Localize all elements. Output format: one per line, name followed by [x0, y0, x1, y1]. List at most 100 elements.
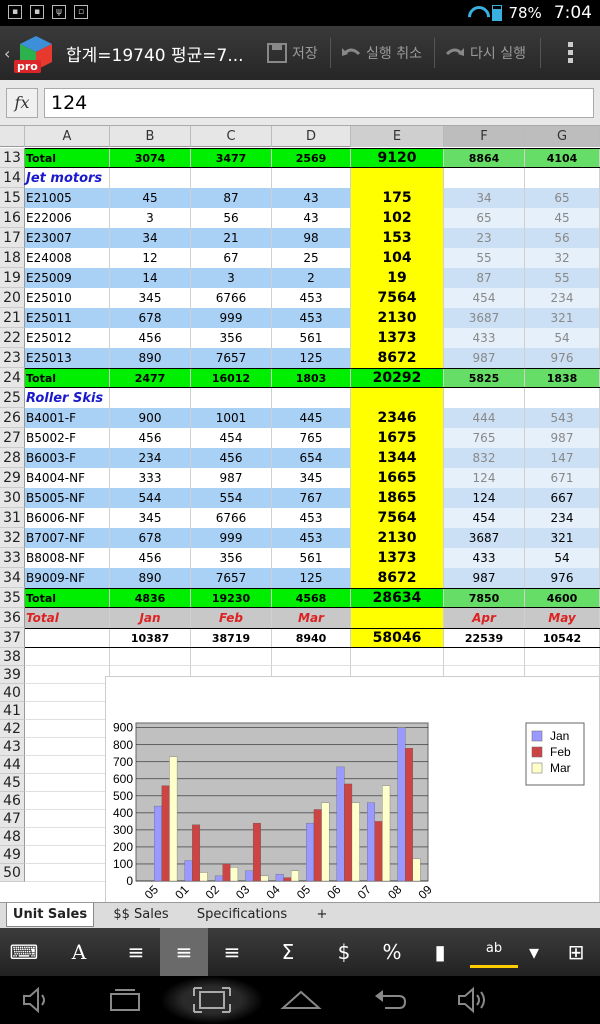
cell-f38[interactable] — [444, 648, 525, 666]
cell-a45[interactable] — [25, 774, 110, 792]
cell-b17[interactable]: 34 — [110, 228, 191, 248]
cell-f24[interactable]: 5825 — [444, 369, 525, 387]
screenshot-icon[interactable] — [160, 976, 264, 1024]
cell-g28[interactable]: 147 — [525, 448, 600, 468]
cell-b15[interactable]: 45 — [110, 188, 191, 208]
cell-a47[interactable] — [25, 810, 110, 828]
sum-icon[interactable]: Σ — [264, 928, 312, 976]
cell-g29[interactable]: 671 — [525, 468, 600, 488]
cell-a33[interactable]: B8008-NF — [25, 548, 110, 568]
cell-e35[interactable]: 28634 — [351, 589, 444, 607]
redo-button[interactable]: 다시 실행 — [444, 42, 526, 64]
align-right-icon[interactable]: ≡ — [208, 928, 256, 976]
cell-c30[interactable]: 554 — [191, 488, 272, 508]
sales-chart[interactable]: 900 800 700 600 500 400 300 200 100 0 05 01 02 03 04 05… — [105, 676, 600, 902]
chart-icon[interactable]: ▮ — [416, 928, 464, 976]
cell-g20[interactable]: 234 — [525, 288, 600, 308]
column-header-f[interactable]: F — [444, 126, 525, 147]
spreadsheet-grid[interactable]: ABCDEFG 13 Total 3074 3477 2569 9120 8864 4104 1… — [0, 126, 600, 902]
row-header-17[interactable]: 17 — [0, 228, 25, 248]
row-header-36[interactable]: 36 — [0, 608, 25, 628]
cell-c17[interactable]: 21 — [191, 228, 272, 248]
cell-a35[interactable]: Total — [25, 589, 110, 607]
cell-d37[interactable]: 8940 — [272, 629, 351, 647]
column-header-d[interactable]: D — [272, 126, 351, 147]
cell-g13[interactable]: 4104 — [525, 149, 600, 167]
cell-e28[interactable]: 1344 — [351, 448, 444, 468]
cell-d24[interactable]: 1803 — [272, 369, 351, 387]
row-header-35[interactable]: 35 — [0, 588, 25, 608]
cell-g18[interactable]: 32 — [525, 248, 600, 268]
cell-f31[interactable]: 454 — [444, 508, 525, 528]
volume-up-icon[interactable] — [450, 984, 500, 1016]
save-button[interactable]: 저장 — [266, 42, 318, 64]
recent-apps-icon[interactable] — [100, 984, 150, 1016]
align-left-icon[interactable]: ≡ — [112, 928, 160, 976]
cell-a28[interactable]: B6003-F — [25, 448, 110, 468]
cell-a27[interactable]: B5002-F — [25, 428, 110, 448]
cell-c28[interactable]: 456 — [191, 448, 272, 468]
cell-b25[interactable] — [110, 388, 191, 408]
column-header-c[interactable]: C — [191, 126, 272, 147]
cell-d20[interactable]: 453 — [272, 288, 351, 308]
cell-a39[interactable] — [25, 666, 110, 684]
cell-f32[interactable]: 3687 — [444, 528, 525, 548]
cell-b29[interactable]: 333 — [110, 468, 191, 488]
formula-input[interactable]: 124 — [44, 88, 594, 118]
dropdown-icon[interactable]: ▾ — [522, 928, 546, 976]
row-header-20[interactable]: 20 — [0, 288, 25, 308]
cell-a42[interactable] — [25, 720, 110, 738]
cell-f20[interactable]: 454 — [444, 288, 525, 308]
cell-c33[interactable]: 356 — [191, 548, 272, 568]
row-header-38[interactable]: 38 — [0, 648, 25, 666]
cell-c18[interactable]: 67 — [191, 248, 272, 268]
cell-a46[interactable] — [25, 792, 110, 810]
cell-f28[interactable]: 832 — [444, 448, 525, 468]
cell-f26[interactable]: 444 — [444, 408, 525, 428]
cell-d21[interactable]: 453 — [272, 308, 351, 328]
cell-b36[interactable]: Jan — [110, 608, 191, 628]
table-icon[interactable]: ⊞ — [552, 928, 600, 976]
cell-e23[interactable]: 8672 — [351, 348, 444, 368]
cell-e37[interactable]: 58046 — [351, 629, 444, 647]
cell-c25[interactable] — [191, 388, 272, 408]
keyboard-icon[interactable]: ⌨ — [0, 928, 48, 976]
cell-b18[interactable]: 12 — [110, 248, 191, 268]
row-header-45[interactable]: 45 — [0, 774, 25, 792]
cell-d31[interactable]: 453 — [272, 508, 351, 528]
cell-g24[interactable]: 1838 — [525, 369, 600, 387]
cell-e21[interactable]: 2130 — [351, 308, 444, 328]
cell-f30[interactable]: 124 — [444, 488, 525, 508]
cell-f16[interactable]: 65 — [444, 208, 525, 228]
cell-a34[interactable]: B9009-NF — [25, 568, 110, 588]
cell-b33[interactable]: 456 — [110, 548, 191, 568]
cell-a18[interactable]: E24008 — [25, 248, 110, 268]
cell-f25[interactable] — [444, 388, 525, 408]
cell-f18[interactable]: 55 — [444, 248, 525, 268]
cell-b21[interactable]: 678 — [110, 308, 191, 328]
cell-a13[interactable]: Total — [25, 149, 110, 167]
cell-b19[interactable]: 14 — [110, 268, 191, 288]
cell-g25[interactable] — [525, 388, 600, 408]
cell-a49[interactable] — [25, 846, 110, 864]
cell-f33[interactable]: 433 — [444, 548, 525, 568]
cell-c21[interactable]: 999 — [191, 308, 272, 328]
cell-g30[interactable]: 667 — [525, 488, 600, 508]
row-header-15[interactable]: 15 — [0, 188, 25, 208]
align-center-icon[interactable]: ≡ — [160, 928, 208, 976]
cell-a32[interactable]: B7007-NF — [25, 528, 110, 548]
cell-e29[interactable]: 1665 — [351, 468, 444, 488]
row-header-41[interactable]: 41 — [0, 702, 25, 720]
tab-unit-sales[interactable]: Unit Sales — [6, 903, 94, 927]
cell-b31[interactable]: 345 — [110, 508, 191, 528]
cell-e36[interactable] — [351, 608, 444, 628]
column-header-b[interactable]: B — [110, 126, 191, 147]
cell-f23[interactable]: 987 — [444, 348, 525, 368]
font-icon[interactable]: A — [55, 928, 103, 976]
cell-f34[interactable]: 987 — [444, 568, 525, 588]
cell-c26[interactable]: 1001 — [191, 408, 272, 428]
cell-e16[interactable]: 102 — [351, 208, 444, 228]
cell-b26[interactable]: 900 — [110, 408, 191, 428]
cell-g22[interactable]: 54 — [525, 328, 600, 348]
row-header-16[interactable]: 16 — [0, 208, 25, 228]
